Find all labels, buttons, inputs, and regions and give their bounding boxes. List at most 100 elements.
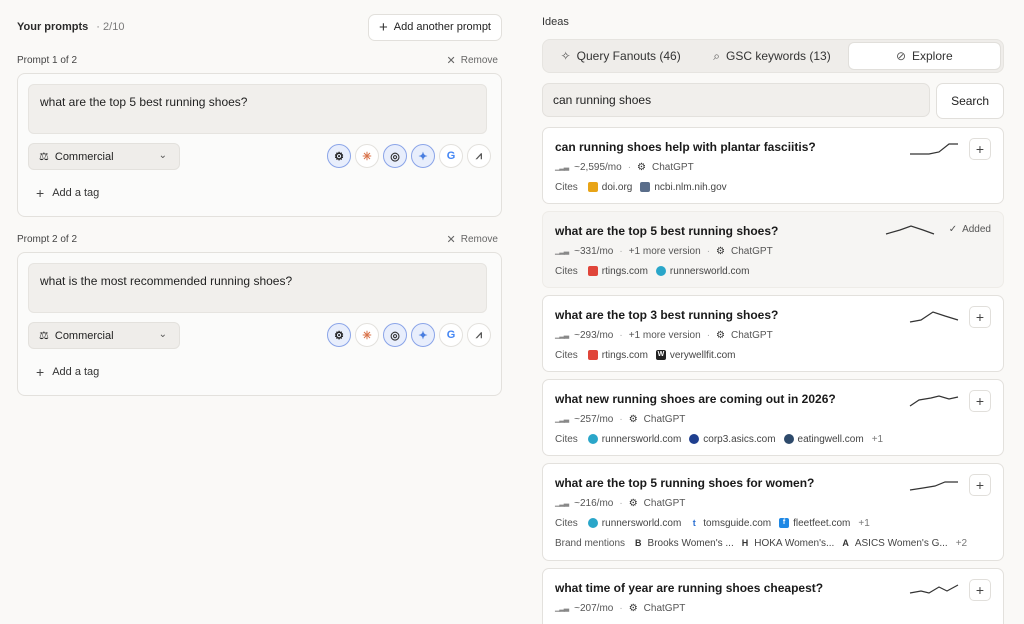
more-versions-link[interactable]: +1 more version	[629, 330, 701, 341]
more-versions-link[interactable]: +1 more version	[629, 246, 701, 257]
more-brands[interactable]: +2	[956, 538, 967, 549]
chatgpt-icon: ⚙	[628, 413, 638, 425]
trend-sparkline	[885, 225, 935, 235]
volume-bars-icon: ▁▂▃	[555, 164, 569, 171]
cites-row: Cites rtings.com runnersworld.com	[555, 265, 750, 277]
add-prompt-label: Add another prompt	[393, 21, 491, 33]
tab-query-fanouts[interactable]: ✧ Query Fanouts (46)	[545, 42, 696, 70]
chatgpt-icon[interactable]: ⚙	[327, 323, 351, 347]
search-button[interactable]: Search	[936, 83, 1004, 119]
gemini-icon[interactable]: ✦	[411, 144, 435, 168]
volume-bars-icon: ▁▂▃	[555, 416, 569, 423]
cite-source[interactable]: runnersworld.com	[587, 518, 681, 529]
tomsguide-favicon-icon: t	[689, 518, 700, 528]
prompts-title: Your prompts	[17, 21, 89, 33]
cites-row: Cites runnersworld.com t tomsguide.com ff…	[555, 517, 870, 529]
cite-source[interactable]: f fleetfeet.com	[779, 518, 850, 529]
prompt-label: Prompt 1 of 2	[17, 54, 78, 66]
brand-mention[interactable]: B Brooks Women's ...	[635, 538, 734, 549]
gemini-icon[interactable]: ✦	[411, 323, 435, 347]
copilot-icon[interactable]: ◎	[383, 323, 407, 347]
cite-source[interactable]: corp3.asics.com	[689, 434, 776, 445]
fleetfeet-favicon-icon: f	[779, 518, 790, 528]
idea-card: what are the top 3 best running shoes? ▁…	[542, 295, 1004, 372]
idea-meta: ▁▂▃ ~257/mo · ⚙ ChatGPT	[555, 413, 686, 425]
cite-source[interactable]: doi.org	[587, 182, 632, 193]
chatgpt-icon: ⚙	[628, 497, 638, 509]
runnersworld-favicon-icon	[587, 434, 598, 444]
ideas-list: can running shoes help with plantar fasc…	[542, 127, 1004, 624]
rtings-favicon-icon	[587, 266, 598, 276]
trend-sparkline	[909, 311, 959, 323]
chevron-down-icon: ⌄	[158, 329, 167, 340]
add-tag-button[interactable]: + Add a tag	[36, 185, 99, 201]
cite-source[interactable]: t tomsguide.com	[689, 518, 771, 529]
add-idea-button[interactable]: +	[969, 579, 991, 601]
cite-source[interactable]: rtings.com	[587, 266, 648, 277]
remove-prompt-button[interactable]: ✕ Remove	[447, 233, 502, 246]
chevron-down-icon: ⌄	[158, 150, 167, 161]
prompt-card: what is the most recommended running sho…	[17, 252, 502, 396]
prompt-input[interactable]: what is the most recommended running sho…	[28, 263, 487, 313]
prompt-input[interactable]: what are the top 5 best running shoes?	[28, 84, 487, 134]
add-idea-button[interactable]: +	[969, 390, 991, 412]
search-input[interactable]	[542, 83, 931, 117]
sparkle-icon: ✧	[560, 49, 571, 63]
cites-row: Cites runnersworld.com corp3.asics.com e…	[555, 433, 884, 445]
tab-gsc-keywords[interactable]: ⌕ GSC keywords (13)	[696, 42, 847, 70]
idea-card: what time of year are running shoes chea…	[542, 568, 1004, 624]
ncbi-favicon-icon	[640, 182, 651, 192]
model-toggles: ⚙ ✳ ◎ ✦ G ⩘	[327, 323, 491, 347]
google-icon[interactable]: G	[439, 144, 463, 168]
volume-bars-icon: ▁▂▃	[555, 248, 569, 255]
intent-select[interactable]: ⚖ Commercial ⌄	[28, 322, 180, 349]
remove-prompt-button[interactable]: ✕ Remove	[447, 54, 502, 67]
more-cites[interactable]: +1	[858, 518, 869, 529]
perplexity-icon[interactable]: ⩘	[467, 144, 491, 168]
cite-source[interactable]: Wverywellfit.com	[655, 350, 736, 361]
prompts-panel: Your prompts · 2/10 + Add another prompt…	[17, 12, 502, 396]
more-cites[interactable]: +1	[872, 434, 883, 445]
idea-card: what are the top 5 running shoes for wom…	[542, 463, 1004, 561]
perplexity-icon[interactable]: ⩘	[467, 323, 491, 347]
prompt-card: what are the top 5 best running shoes? ⚖…	[17, 73, 502, 217]
add-tag-button[interactable]: + Add a tag	[36, 364, 99, 380]
plus-icon: +	[379, 18, 388, 36]
claude-icon[interactable]: ✳	[355, 144, 379, 168]
prompt-block: Prompt 1 of 2 ✕ Remove what are the top …	[17, 52, 502, 217]
idea-meta: ▁▂▃ ~207/mo · ⚙ ChatGPT	[555, 602, 686, 614]
model-toggles: ⚙ ✳ ◎ ✦ G ⩘	[327, 144, 491, 168]
doi-favicon-icon	[587, 182, 598, 192]
add-prompt-button[interactable]: + Add another prompt	[368, 13, 502, 41]
tab-explore[interactable]: ⊘ Explore	[847, 42, 1001, 70]
asics-favicon-icon	[689, 434, 700, 444]
chatgpt-icon: ⚙	[637, 161, 647, 173]
cite-source[interactable]: runnersworld.com	[587, 434, 681, 445]
runnersworld-favicon-icon	[587, 518, 598, 528]
runnersworld-favicon-icon	[655, 266, 666, 276]
cites-row: Cites rtings.com Wverywellfit.com	[555, 349, 736, 361]
rtings-favicon-icon	[587, 350, 598, 360]
brand-mention[interactable]: H HOKA Women's...	[742, 538, 835, 549]
brand-mention[interactable]: A ASICS Women's G...	[842, 538, 947, 549]
volume-bars-icon: ▁▂▃	[555, 605, 569, 612]
chatgpt-icon[interactable]: ⚙	[327, 144, 351, 168]
idea-card: can running shoes help with plantar fasc…	[542, 127, 1004, 204]
plus-icon: +	[36, 185, 45, 201]
check-icon: ✓	[948, 224, 958, 235]
eatingwell-favicon-icon	[783, 434, 794, 444]
intent-select[interactable]: ⚖ Commercial ⌄	[28, 143, 180, 170]
cite-source[interactable]: runnersworld.com	[655, 266, 749, 277]
search-row: Search	[542, 83, 1004, 119]
copilot-icon[interactable]: ◎	[383, 144, 407, 168]
cite-source[interactable]: ncbi.nlm.nih.gov	[640, 182, 727, 193]
add-idea-button[interactable]: +	[969, 474, 991, 496]
ideas-tabs: ✧ Query Fanouts (46) ⌕ GSC keywords (13)…	[542, 39, 1004, 73]
cite-source[interactable]: rtings.com	[587, 350, 648, 361]
add-idea-button[interactable]: +	[969, 138, 991, 160]
close-icon: ✕	[446, 54, 456, 67]
cite-source[interactable]: eatingwell.com	[783, 434, 864, 445]
claude-icon[interactable]: ✳	[355, 323, 379, 347]
add-idea-button[interactable]: +	[969, 306, 991, 328]
google-icon[interactable]: G	[439, 323, 463, 347]
